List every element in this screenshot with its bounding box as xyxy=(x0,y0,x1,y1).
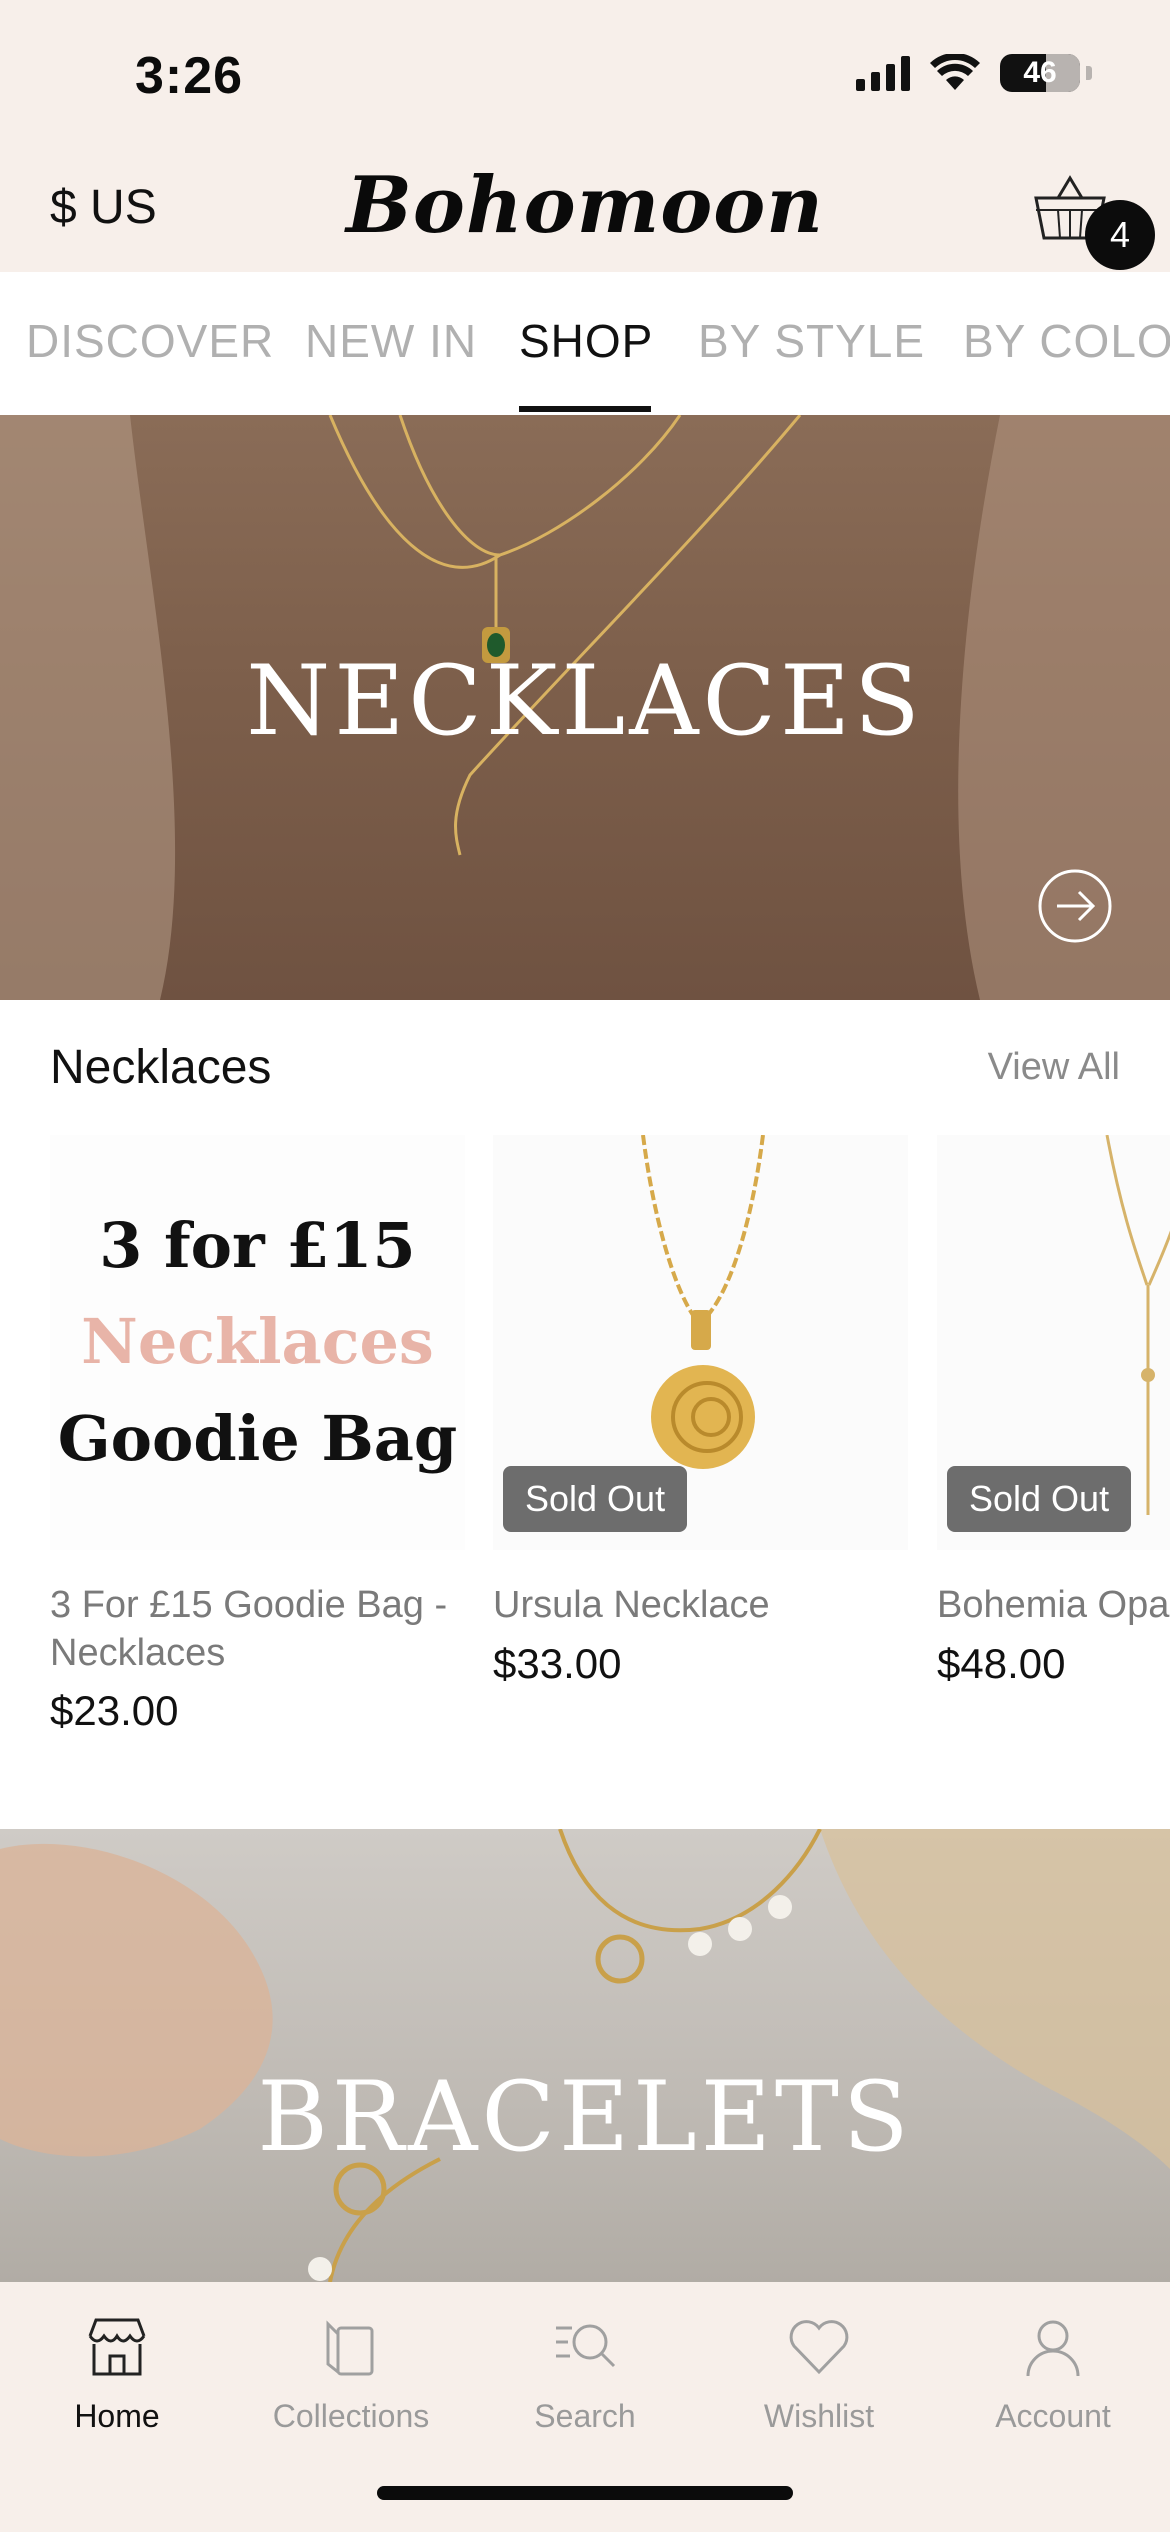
user-icon xyxy=(1026,2320,1080,2377)
product-card[interactable]: Sold Out Ursula Necklace $33.00 xyxy=(493,1135,908,1688)
tab-discover[interactable]: DISCOVER xyxy=(26,314,274,368)
nav-wishlist-label: Wishlist xyxy=(763,2398,875,2434)
nav-account[interactable]: Account xyxy=(936,2312,1170,2435)
battery-level: 46 xyxy=(1023,56,1057,89)
nav-account-label: Account xyxy=(995,2398,1111,2434)
product-price: $48.00 xyxy=(937,1639,1066,1687)
nav-home[interactable]: Home xyxy=(0,2312,234,2435)
nav-search[interactable]: Search xyxy=(468,2312,702,2435)
product-card[interactable]: Sold Out Bohemia Opal Necklace $48.00 xyxy=(937,1135,1170,1688)
status-time: 3:26 xyxy=(135,47,244,105)
goodie-line-2: Necklaces xyxy=(81,1305,434,1379)
heart-icon xyxy=(789,2320,849,2375)
product-image[interactable]: Sold Out xyxy=(937,1135,1170,1550)
battery-icon: 46 xyxy=(1000,54,1080,92)
sold-out-badge: Sold Out xyxy=(947,1466,1132,1532)
status-bar: 3:26 46 xyxy=(0,0,1170,150)
wifi-icon xyxy=(930,54,980,90)
sold-out-badge: Sold Out xyxy=(503,1466,688,1532)
status-icons: 46 xyxy=(856,54,1092,92)
brand-logo[interactable]: Bohomoon xyxy=(0,160,1170,251)
bracelets-banner-title: BRACELETS xyxy=(257,2061,913,2173)
bracelets-banner-image xyxy=(0,1829,1170,2282)
active-tab-indicator xyxy=(519,406,651,412)
nav-collections-label: Collections xyxy=(272,2398,430,2434)
nav-collections[interactable]: Collections xyxy=(234,2312,468,2435)
cellular-signal-icon xyxy=(856,55,910,91)
product-price: $33.00 xyxy=(493,1639,622,1687)
necklaces-banner-title: NECKLACES xyxy=(246,645,924,757)
goodie-line-1: 3 for £15 xyxy=(99,1209,416,1283)
search-icon xyxy=(556,2324,616,2368)
nav-search-label: Search xyxy=(534,2398,636,2434)
nav-home-label: Home xyxy=(74,2398,160,2434)
product-name[interactable]: Ursula Necklace xyxy=(493,1582,908,1630)
tab-by-colour[interactable]: BY COLOUR xyxy=(963,314,1170,368)
product-image[interactable]: 3 for £15 Necklaces Goodie Bag xyxy=(50,1135,465,1550)
bracelets-banner[interactable]: BRACELETS xyxy=(0,1829,1170,2282)
category-tabs: DISCOVER NEW IN SHOP BY STYLE BY COLOUR xyxy=(0,272,1170,415)
section-title: Necklaces xyxy=(50,1041,272,1094)
product-name[interactable]: Bohemia Opal Necklace xyxy=(937,1582,1170,1630)
product-image[interactable]: Sold Out xyxy=(493,1135,908,1550)
nav-wishlist[interactable]: Wishlist xyxy=(702,2312,936,2435)
goodie-line-3: Goodie Bag xyxy=(57,1401,458,1475)
product-name[interactable]: 3 For £15 Goodie Bag - Necklaces xyxy=(50,1582,465,1677)
tab-by-style[interactable]: BY STYLE xyxy=(698,314,925,368)
cart-count-badge: 4 xyxy=(1085,200,1155,270)
store-icon xyxy=(88,2318,146,2376)
necklaces-banner[interactable]: NECKLACES xyxy=(0,415,1170,1000)
product-card[interactable]: 3 for £15 Necklaces Goodie Bag 3 For £15… xyxy=(50,1135,465,1735)
collections-icon xyxy=(326,2320,374,2376)
tab-new-in[interactable]: NEW IN xyxy=(305,314,477,368)
arrow-right-icon[interactable] xyxy=(1037,868,1113,944)
app-header: $ US Bohomoon xyxy=(0,150,1170,272)
home-indicator xyxy=(377,2486,793,2500)
product-price: $23.00 xyxy=(50,1687,179,1734)
view-all-link[interactable]: View All xyxy=(988,1046,1120,1089)
tab-shop[interactable]: SHOP xyxy=(519,314,653,368)
